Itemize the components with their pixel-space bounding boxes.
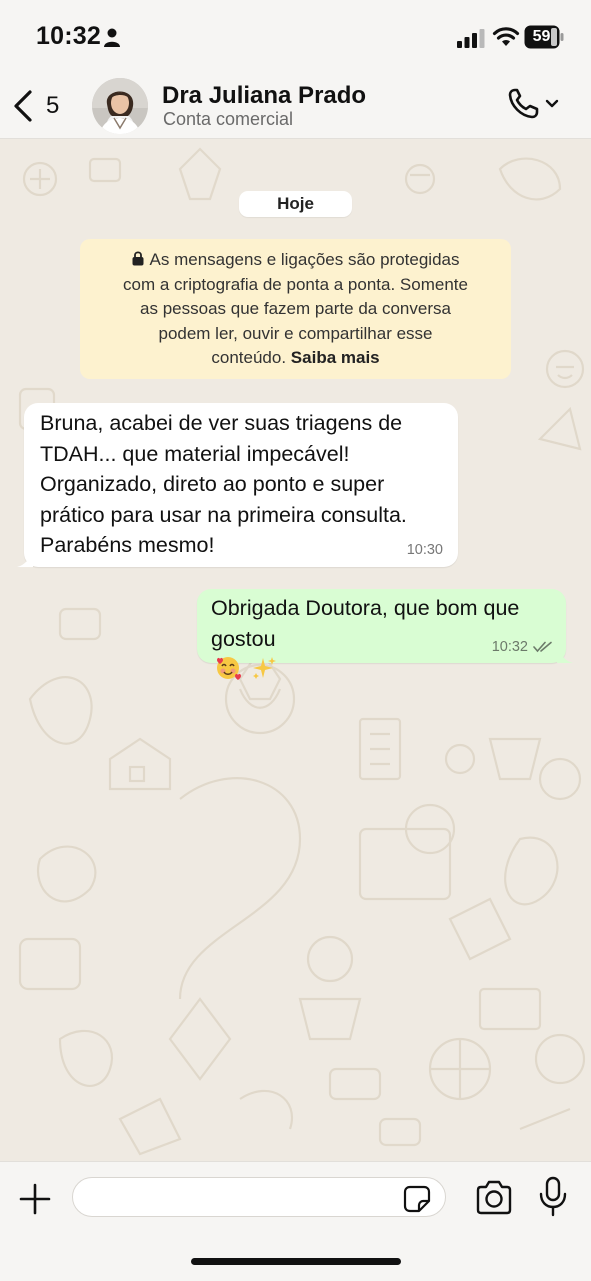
learn-more-link[interactable]: Saiba mais: [291, 348, 380, 367]
bubble-tail: [17, 553, 33, 567]
notice-line-2: com a criptografia de ponta a ponta. Som…: [123, 274, 468, 294]
sticker-icon[interactable]: [402, 1184, 432, 1214]
smiling-face-with-hearts-icon: [217, 657, 241, 680]
camera-icon[interactable]: [474, 1180, 514, 1216]
phone-icon: [508, 88, 559, 119]
battery-indicator: 59: [524, 25, 564, 49]
message-line: Organizado, direto ao ponto e super: [40, 472, 385, 496]
chat-area[interactable]: Hoje As mensagens e ligações são protegi…: [0, 139, 591, 1161]
chevron-down-icon: [545, 99, 559, 108]
message-line: Parabéns mesmo!: [40, 533, 215, 557]
incoming-message[interactable]: Bruna, acabei de ver suas triagens de TD…: [17, 403, 458, 567]
message-time: 10:32: [491, 639, 528, 655]
avatar[interactable]: [92, 78, 148, 134]
unread-count: 5: [46, 92, 60, 119]
bubble-tail: [557, 649, 573, 663]
message-input[interactable]: [72, 1177, 446, 1217]
sparkles-icon: [252, 657, 276, 679]
battery-level: 59: [532, 28, 551, 45]
notice-line-5: conteúdo.: [211, 348, 287, 367]
profile-photo: [92, 78, 148, 134]
notice-line-1: As mensagens e ligações são protegidas: [149, 250, 460, 269]
person-icon: [104, 28, 120, 47]
status-bar: 10:32 59: [0, 0, 591, 76]
chevron-left-icon: [14, 90, 32, 122]
composer-bar: [0, 1161, 591, 1281]
encryption-notice[interactable]: As mensagens e ligações são protegidas c…: [80, 239, 511, 379]
microphone-icon[interactable]: [536, 1176, 570, 1218]
outgoing-message[interactable]: Obrigada Doutora, que bom que gostou 10:…: [197, 589, 573, 680]
contact-subtitle: Conta comercial: [163, 109, 294, 129]
call-button[interactable]: [506, 86, 566, 122]
notice-line-4: podem ler, ouvir e compartilhar esse: [158, 323, 433, 343]
message-time: 10:30: [406, 542, 443, 558]
notice-line-3: as pessoas que fazem parte da conversa: [140, 299, 451, 318]
status-time: 10:32: [36, 22, 101, 50]
lock-icon: [132, 251, 144, 266]
cellular-signal-icon: [457, 29, 485, 48]
chat-header: 5 Dra Juliana Prado Conta comercial: [0, 76, 591, 139]
message-line: Bruna, acabei de ver suas triagens de: [40, 411, 403, 435]
plus-icon[interactable]: [16, 1180, 54, 1218]
message-line: prático para usar na primeira consulta.: [40, 502, 407, 527]
double-check-icon: [533, 641, 552, 653]
message-text: Obrigada Doutora, que bom que gostou: [211, 593, 519, 687]
message-line: Obrigada Doutora, que bom que: [211, 596, 520, 620]
back-button[interactable]: 5: [10, 86, 70, 126]
contact-name[interactable]: Dra Juliana Prado: [162, 82, 366, 110]
message-line: TDAH... que material impecável!: [40, 441, 350, 466]
wifi-icon: [492, 27, 520, 46]
message-line: gostou: [211, 627, 276, 651]
date-chip: Hoje: [239, 191, 352, 217]
home-indicator[interactable]: [191, 1258, 401, 1265]
message-text: Bruna, acabei de ver suas triagens de TD…: [40, 408, 407, 561]
